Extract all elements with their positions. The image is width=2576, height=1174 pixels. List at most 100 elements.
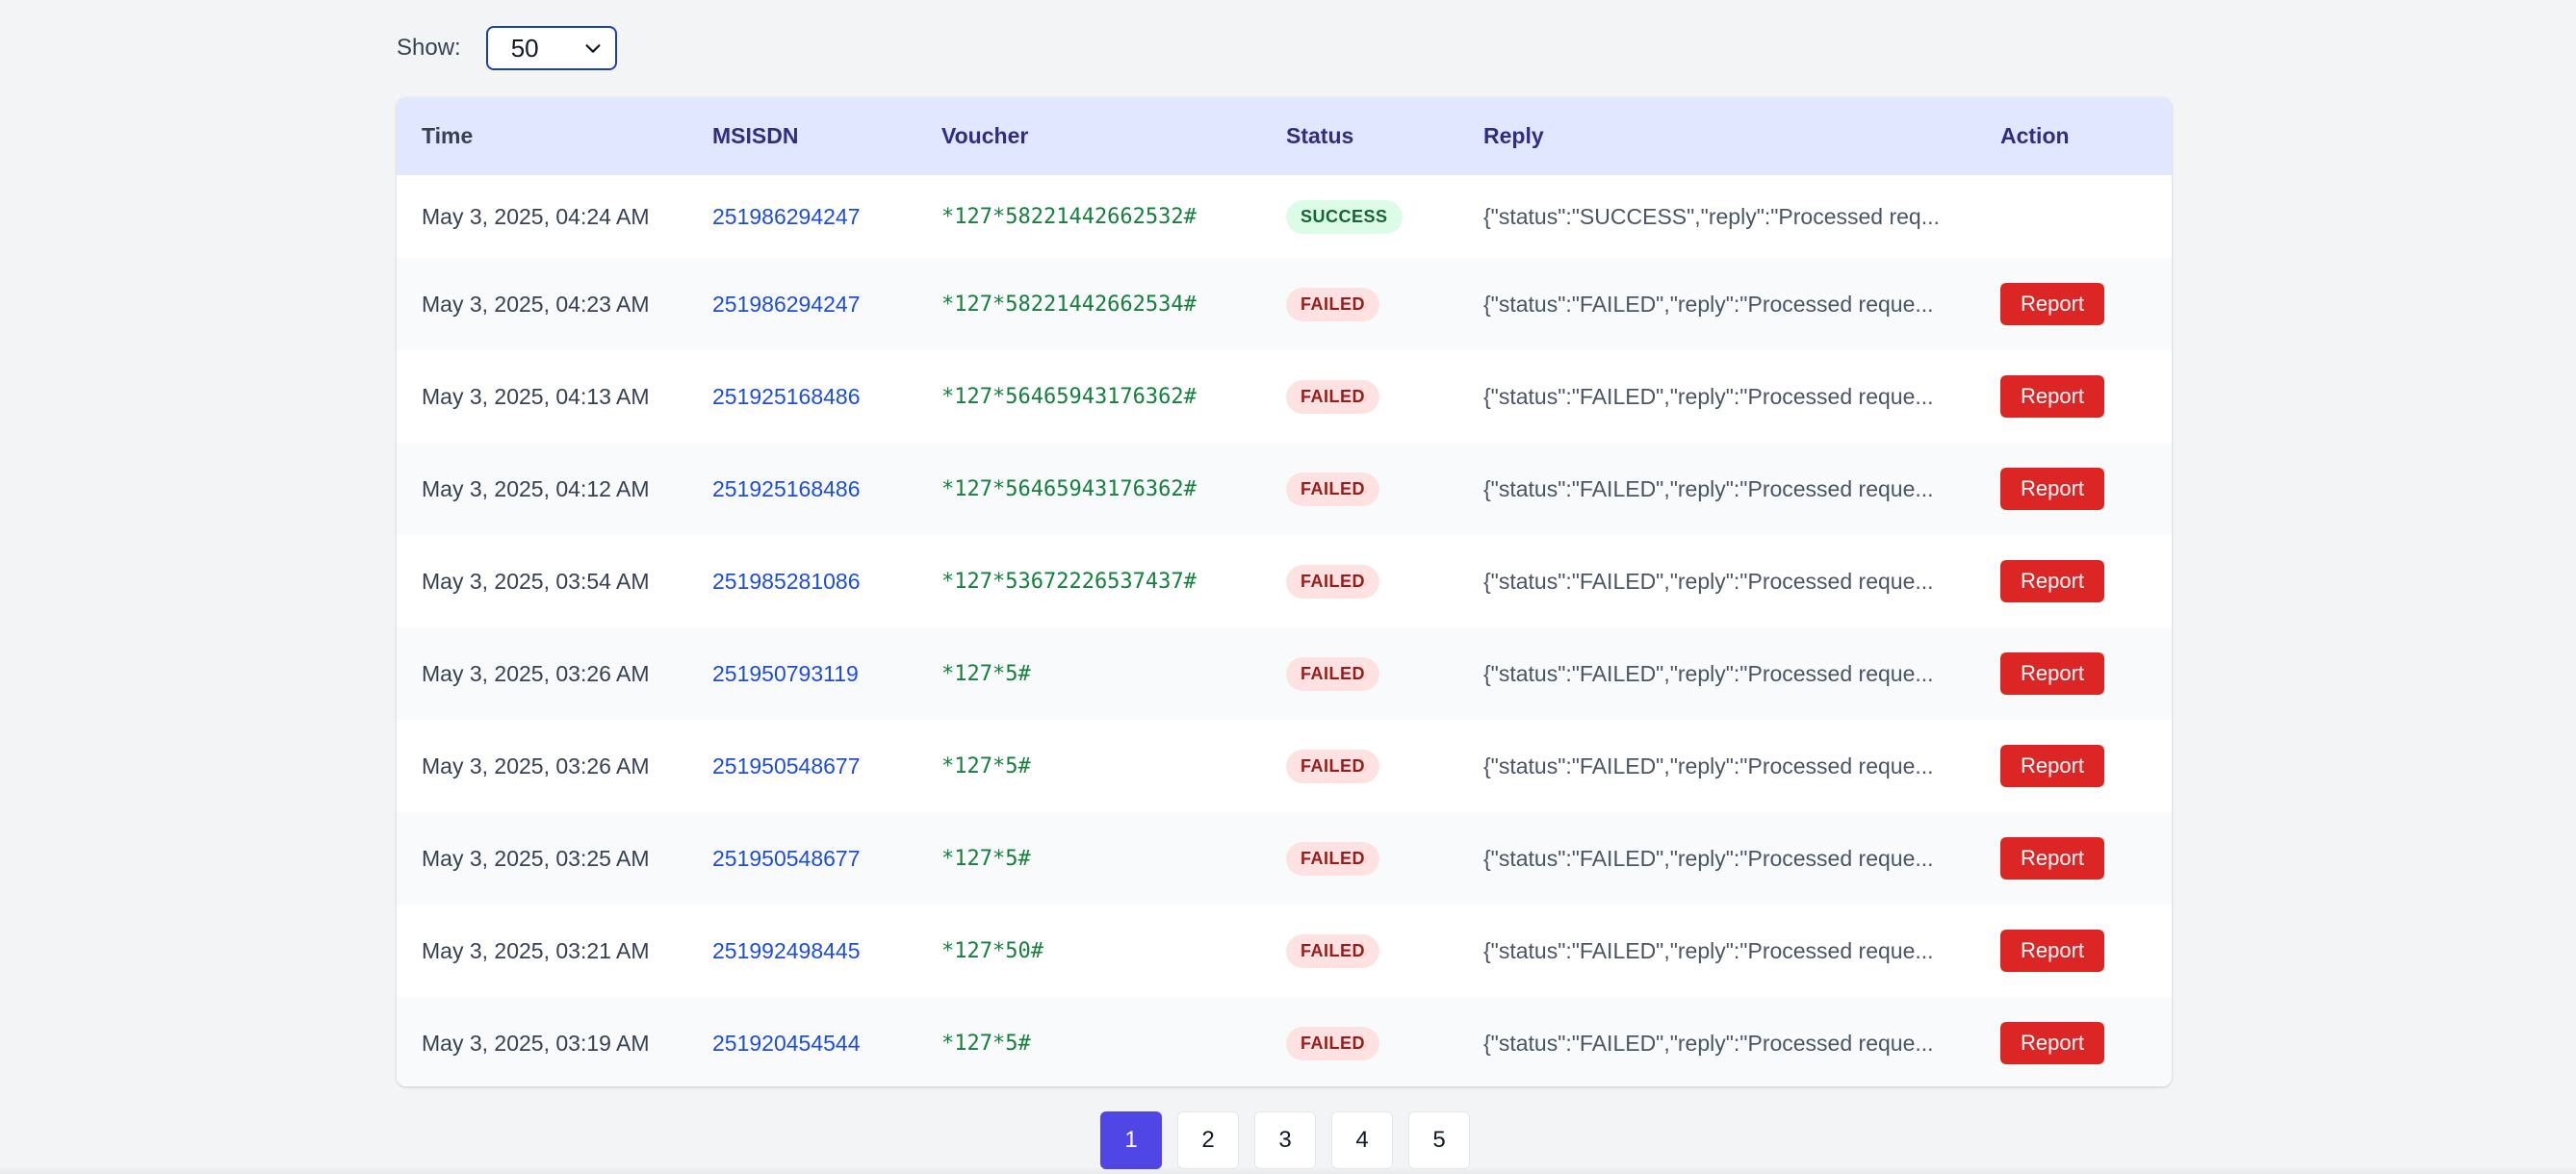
time-cell: May 3, 2025, 04:12 AM xyxy=(422,475,650,501)
msisdn-cell: 251986294247 xyxy=(712,203,861,229)
voucher-cell: *127*5# xyxy=(941,661,1031,686)
action-cell: Report xyxy=(2000,652,2172,695)
pagination: 12345 xyxy=(1100,1111,1470,1169)
status-cell: FAILED xyxy=(1286,379,1483,414)
reply-cell: {"status":"FAILED","reply":"Processed re… xyxy=(1483,383,1934,409)
voucher-cell: *127*5# xyxy=(941,753,1031,778)
page-button[interactable]: 3 xyxy=(1254,1111,1316,1169)
status-badge: FAILED xyxy=(1286,841,1380,876)
table-row: May 3, 2025, 03:19 AM 251920454544 *127*5#… xyxy=(397,997,2172,1086)
report-button[interactable]: Report xyxy=(2000,745,2104,787)
table-row: May 3, 2025, 03:25 AM 251950548677 *127*5#… xyxy=(397,812,2172,905)
reply-cell: {"status":"FAILED","reply":"Processed re… xyxy=(1483,291,1934,317)
time-cell: May 3, 2025, 03:54 AM xyxy=(422,568,650,594)
table-header: Time MSISDN Voucher Status Reply Action xyxy=(397,97,2172,175)
report-button[interactable]: Report xyxy=(2000,652,2104,695)
column-header-action: Action xyxy=(2000,123,2070,148)
reply-cell: {"status":"FAILED","reply":"Processed re… xyxy=(1483,753,1934,778)
time-cell: May 3, 2025, 03:26 AM xyxy=(422,753,650,778)
report-button[interactable]: Report xyxy=(2000,930,2104,972)
page-button[interactable]: 5 xyxy=(1408,1111,1470,1169)
msisdn-cell: 251920454544 xyxy=(712,1030,861,1056)
status-badge: FAILED xyxy=(1286,656,1380,691)
table-row: May 3, 2025, 04:13 AM 251925168486 *127*56… xyxy=(397,350,2172,443)
table-row: May 3, 2025, 04:12 AM 251925168486 *127*56… xyxy=(397,443,2172,535)
action-cell: Report xyxy=(2000,468,2172,510)
reply-cell: {"status":"FAILED","reply":"Processed re… xyxy=(1483,937,1934,963)
reply-cell: {"status":"FAILED","reply":"Processed re… xyxy=(1483,475,1934,501)
time-cell: May 3, 2025, 03:19 AM xyxy=(422,1030,650,1056)
voucher-cell: *127*5# xyxy=(941,846,1031,871)
table-row: May 3, 2025, 03:26 AM 251950548677 *127*5#… xyxy=(397,720,2172,812)
report-button[interactable]: Report xyxy=(2000,560,2104,602)
column-header-time: Time xyxy=(422,123,474,148)
msisdn-cell: 251925168486 xyxy=(712,383,861,409)
page-button[interactable]: 2 xyxy=(1177,1111,1239,1169)
time-cell: May 3, 2025, 04:24 AM xyxy=(422,203,650,229)
voucher-cell: *127*5# xyxy=(941,1031,1031,1056)
status-cell: FAILED xyxy=(1286,933,1483,968)
time-cell: May 3, 2025, 03:21 AM xyxy=(422,937,650,963)
msisdn-cell: 251986294247 xyxy=(712,291,861,317)
time-cell: May 3, 2025, 03:25 AM xyxy=(422,845,650,871)
voucher-cell: *127*58221442662534# xyxy=(941,292,1197,317)
column-header-status: Status xyxy=(1286,123,1354,148)
transactions-table: Time MSISDN Voucher Status Reply Action … xyxy=(397,97,2172,1086)
status-cell: FAILED xyxy=(1286,287,1483,321)
status-cell: FAILED xyxy=(1286,1026,1483,1060)
action-cell: Report xyxy=(2000,837,2172,880)
time-cell: May 3, 2025, 04:23 AM xyxy=(422,291,650,317)
action-cell: Report xyxy=(2000,283,2172,325)
voucher-cell: *127*53672226537437# xyxy=(941,569,1197,594)
msisdn-cell: 251950548677 xyxy=(712,753,861,778)
msisdn-cell: 251992498445 xyxy=(712,937,861,963)
reply-cell: {"status":"SUCCESS","reply":"Processed r… xyxy=(1483,203,1940,229)
action-cell: Report xyxy=(2000,1022,2172,1064)
page-size-select[interactable]: 50 xyxy=(485,26,617,70)
table-row: May 3, 2025, 04:24 AM 251986294247 *127*58… xyxy=(397,175,2172,258)
report-button[interactable]: Report xyxy=(2000,375,2104,418)
report-button[interactable]: Report xyxy=(2000,837,2104,880)
status-badge: FAILED xyxy=(1286,379,1380,414)
voucher-cell: *127*56465943176362# xyxy=(941,384,1197,409)
table-row: May 3, 2025, 04:23 AM 251986294247 *127*58… xyxy=(397,258,2172,350)
page-bottom-edge xyxy=(0,1166,2576,1174)
reply-cell: {"status":"FAILED","reply":"Processed re… xyxy=(1483,1030,1934,1056)
status-badge: FAILED xyxy=(1286,1026,1380,1060)
column-header-msisdn: MSISDN xyxy=(712,123,799,148)
page-size-control: Show: 50 xyxy=(397,25,617,71)
action-cell: Report xyxy=(2000,375,2172,418)
voucher-cell: *127*56465943176362# xyxy=(941,476,1197,501)
page-size-value: 50 xyxy=(510,33,539,63)
status-badge: FAILED xyxy=(1286,472,1380,506)
status-cell: FAILED xyxy=(1286,841,1483,876)
action-cell: Report xyxy=(2000,560,2172,602)
voucher-cell: *127*50# xyxy=(941,938,1043,963)
page-size-label: Show: xyxy=(397,35,461,61)
status-cell: SUCCESS xyxy=(1286,199,1483,234)
status-cell: FAILED xyxy=(1286,564,1483,599)
status-badge: FAILED xyxy=(1286,287,1380,321)
msisdn-cell: 251950548677 xyxy=(712,845,861,871)
status-badge: FAILED xyxy=(1286,564,1380,599)
voucher-cell: *127*58221442662532# xyxy=(941,204,1197,229)
msisdn-cell: 251925168486 xyxy=(712,475,861,501)
status-cell: FAILED xyxy=(1286,656,1483,691)
page-button[interactable]: 1 xyxy=(1100,1111,1162,1169)
table-row: May 3, 2025, 03:21 AM 251992498445 *127*50… xyxy=(397,905,2172,997)
time-cell: May 3, 2025, 04:13 AM xyxy=(422,383,650,409)
report-button[interactable]: Report xyxy=(2000,468,2104,510)
msisdn-cell: 251985281086 xyxy=(712,568,861,594)
page-button[interactable]: 4 xyxy=(1331,1111,1393,1169)
status-badge: FAILED xyxy=(1286,933,1380,968)
time-cell: May 3, 2025, 03:26 AM xyxy=(422,660,650,686)
status-cell: FAILED xyxy=(1286,749,1483,783)
action-cell: Report xyxy=(2000,745,2172,787)
msisdn-cell: 251950793119 xyxy=(712,660,859,686)
report-button[interactable]: Report xyxy=(2000,283,2104,325)
report-button[interactable]: Report xyxy=(2000,1022,2104,1064)
status-cell: FAILED xyxy=(1286,472,1483,506)
reply-cell: {"status":"FAILED","reply":"Processed re… xyxy=(1483,660,1934,686)
chevron-down-icon xyxy=(585,44,601,53)
status-badge: SUCCESS xyxy=(1286,199,1403,234)
